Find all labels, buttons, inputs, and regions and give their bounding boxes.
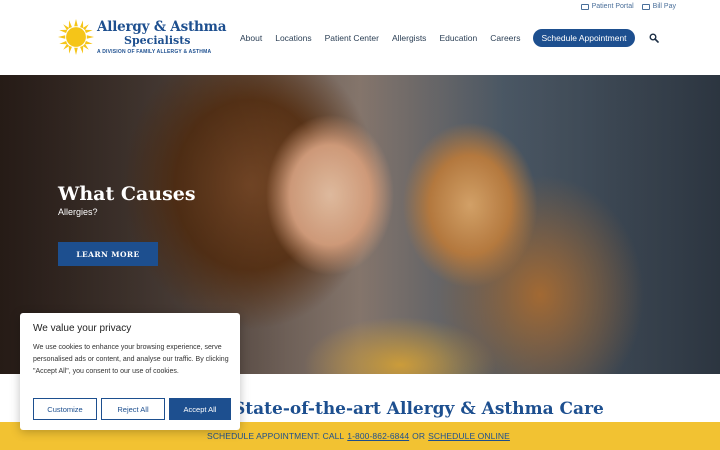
nav-education[interactable]: Education: [439, 33, 477, 43]
accept-all-button[interactable]: Accept All: [169, 398, 231, 420]
nav-careers[interactable]: Careers: [490, 33, 520, 43]
main-nav: About Locations Patient Center Allergist…: [240, 29, 659, 47]
patient-portal-link[interactable]: Patient Portal: [580, 3, 634, 10]
hero-subtitle: Allergies?: [58, 207, 98, 217]
search-icon[interactable]: [649, 33, 659, 43]
phone-link[interactable]: 1-800-862-6844: [347, 431, 409, 441]
logo-tagline: A DIVISION OF FAMILY ALLERGY & ASTHMA: [97, 49, 212, 55]
bill-pay-link[interactable]: Bill Pay: [641, 3, 676, 10]
nav-allergists[interactable]: Allergists: [392, 33, 426, 43]
cookie-buttons: Customize Reject All Accept All: [33, 398, 231, 420]
nav-patient-center[interactable]: Patient Center: [325, 33, 379, 43]
reject-all-button[interactable]: Reject All: [101, 398, 165, 420]
credit-card-icon: [641, 3, 650, 10]
logo-subtitle: Specialists: [124, 34, 191, 47]
schedule-online-link[interactable]: SCHEDULE ONLINE: [428, 431, 510, 441]
schedule-bar-prefix: SCHEDULE APPOINTMENT: CALL: [207, 431, 345, 441]
cookie-body: We use cookies to enhance your browsing …: [33, 344, 229, 375]
nav-about[interactable]: About: [240, 33, 262, 43]
cookie-consent-dialog: We value your privacy We use cookies to …: [20, 313, 240, 430]
section-heading: State-of-the-art Allergy & Asthma Care: [233, 399, 604, 419]
monitor-icon: [580, 3, 589, 10]
hero-title: What Causes: [58, 183, 196, 205]
cookie-title: We value your privacy: [33, 323, 132, 334]
logo-title: Allergy & Asthma: [97, 19, 227, 35]
site-logo[interactable]: Allergy & Asthma Specialists A DIVISION …: [58, 19, 226, 59]
patient-portal-label: Patient Portal: [591, 3, 634, 10]
schedule-bar-or: OR: [412, 431, 426, 441]
site-header: Allergy & Asthma Specialists A DIVISION …: [0, 0, 720, 75]
learn-more-button[interactable]: LEARN MORE: [58, 242, 158, 266]
bill-pay-label: Bill Pay: [652, 3, 676, 10]
utility-links: Patient Portal Bill Pay: [580, 3, 676, 10]
customize-button[interactable]: Customize: [33, 398, 97, 420]
nav-locations[interactable]: Locations: [275, 33, 311, 43]
schedule-appointment-button[interactable]: Schedule Appointment: [533, 29, 635, 47]
sun-logo-icon: [58, 19, 94, 55]
